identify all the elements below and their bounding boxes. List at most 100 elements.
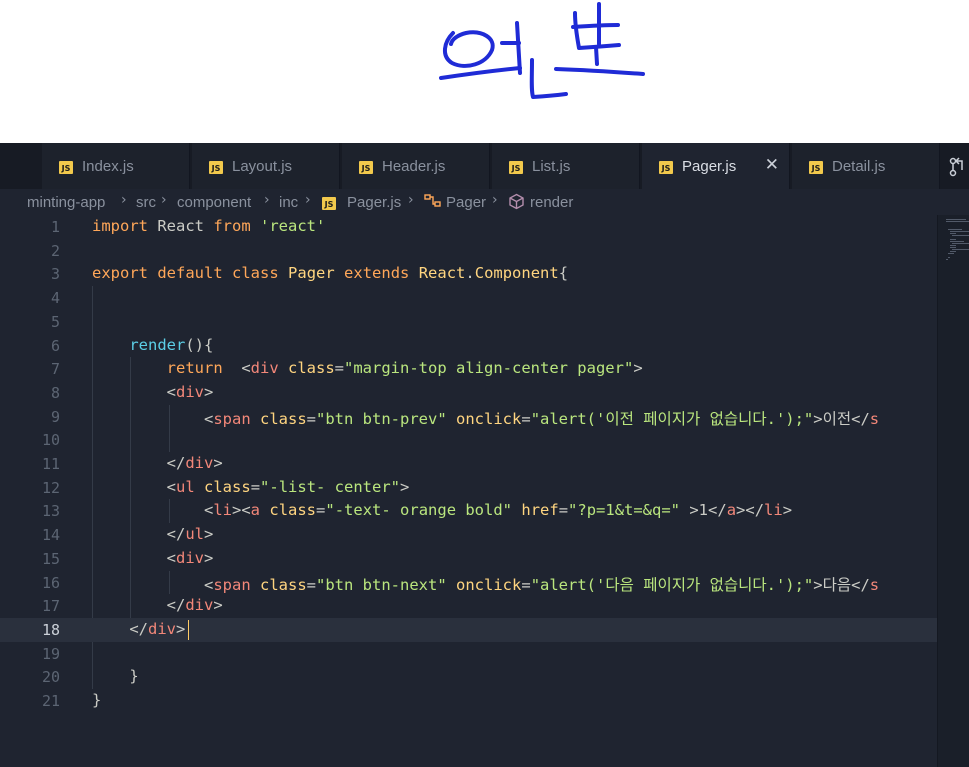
code-token: React (148, 217, 214, 235)
breadcrumb-src[interactable]: src (136, 194, 156, 211)
code-line[interactable]: 13 <li><a class="-text- orange bold" hre… (0, 499, 938, 523)
code-token: </ (92, 525, 186, 544)
code-line[interactable]: 21} (0, 689, 938, 713)
code-line[interactable]: 14 </ul> (0, 523, 938, 547)
tab-label: List.js (532, 158, 571, 175)
code-line[interactable]: 7 return <div class="margin-top align-ce… (0, 357, 938, 381)
code-token: > (213, 454, 223, 472)
code-token: "-list- center" (260, 477, 401, 496)
code-token: = (316, 501, 326, 520)
code-line[interactable]: 12 <ul class="-list- center"> (0, 476, 938, 500)
code-token: < (92, 382, 176, 401)
tab-detail-js[interactable]: JS Detail.js (792, 143, 940, 189)
code-text: </div> (92, 620, 185, 638)
code-line[interactable]: 17 </div> (0, 594, 938, 618)
code-line[interactable]: 19 (0, 642, 938, 666)
breadcrumb-separator: › (161, 192, 167, 208)
minimap-line (950, 233, 956, 234)
code-token: < (92, 548, 176, 567)
code-text: </div> (92, 596, 223, 614)
tab-header-js[interactable]: JS Header.js (342, 143, 490, 189)
code-line[interactable]: 9 <span class="btn btn-prev" onclick="al… (0, 405, 938, 429)
breadcrumb-pager-js[interactable]: Pager.js (347, 194, 401, 211)
code-line[interactable]: 2 (0, 239, 938, 263)
code-token: "margin-top align-center pager" (344, 359, 634, 378)
code-text: render(){ (92, 336, 213, 354)
breadcrumb-separator: › (264, 192, 270, 208)
minimap[interactable] (938, 215, 969, 767)
code-token: } (92, 691, 102, 709)
handwritten-annotation (0, 0, 969, 143)
code-line[interactable]: 18 </div> (0, 617, 938, 642)
code-line[interactable]: 1 import React from 'react' (0, 215, 938, 239)
js-file-icon: JS (509, 161, 523, 174)
code-line[interactable]: 16 <span class="btn btn-next" onclick="a… (0, 571, 938, 595)
minimap-line (950, 241, 964, 242)
js-file-icon: JS (659, 161, 673, 174)
code-token: "?p=1&t=&q=" (568, 501, 681, 520)
breadcrumb-separator: › (121, 192, 127, 208)
line-number: 4 (50, 289, 60, 308)
breadcrumb-minting-app[interactable]: minting-app (27, 194, 105, 211)
code-token: extends (344, 264, 410, 283)
code-text: } (92, 691, 101, 709)
breadcrumb-render[interactable]: render (530, 194, 573, 211)
tab-label: Pager.js (682, 158, 737, 175)
code-text: return <div class="margin-top align-cent… (92, 359, 643, 377)
tab-label: Layout.js (232, 158, 293, 175)
code-line[interactable]: 5 (0, 310, 938, 334)
code-token: > (204, 525, 214, 544)
close-icon[interactable]: ✕ (765, 155, 779, 175)
code-token: < (92, 501, 214, 520)
minimap-line (946, 219, 966, 220)
code-token: < (92, 575, 214, 594)
code-line[interactable]: 3 export default class Pager extends Reac… (0, 262, 938, 286)
line-number: 15 (41, 549, 60, 568)
class-symbol-icon (424, 193, 442, 213)
code-line[interactable]: 15 <div> (0, 547, 938, 571)
code-token: div (176, 548, 204, 567)
tab-label: Detail.js (832, 158, 886, 175)
source-control-compare-icon[interactable] (947, 156, 969, 178)
code-line[interactable]: 8 <div> (0, 381, 938, 405)
code-token: Pager (288, 264, 335, 283)
code-token: class (269, 501, 317, 520)
handwriting-original-label (439, 2, 645, 99)
code-text: import React from 'react' (92, 217, 325, 235)
code-token: </ (92, 596, 186, 615)
code-line[interactable]: 11 </div> (0, 452, 938, 476)
code-line[interactable]: 6 render(){ (0, 334, 938, 358)
breadcrumb-component[interactable]: component (177, 194, 251, 211)
line-number: 17 (41, 597, 60, 616)
tab-layout-js[interactable]: JS Layout.js (192, 143, 340, 189)
code-text: <ul class="-list- center"> (92, 477, 410, 496)
breadcrumb-inc[interactable]: inc (279, 194, 298, 211)
breadcrumb-pager-class[interactable]: Pager (446, 194, 486, 211)
code-token: > (204, 382, 214, 401)
minimap-line (952, 249, 969, 250)
code-token: > (204, 548, 214, 567)
code-area[interactable]: 1 import React from 'react' 2 3 export defau… (0, 215, 938, 767)
code-line[interactable]: 4 (0, 286, 938, 310)
code-token: React (418, 264, 466, 283)
code-token: class (260, 409, 307, 428)
minimap-line (950, 239, 956, 240)
line-number: 16 (41, 573, 60, 592)
minimap-line (952, 243, 969, 244)
code-token: import (92, 217, 148, 235)
tab-list-js[interactable]: JS List.js (492, 143, 640, 189)
minimap-line (946, 259, 948, 260)
code-line[interactable]: 10 (0, 428, 938, 452)
tab-pager-js[interactable]: JS Pager.js ✕ (642, 143, 790, 189)
minimap-line (952, 235, 969, 236)
code-token: div (185, 454, 214, 472)
tab-index-js[interactable]: JS Index.js (42, 143, 190, 189)
code-token: class (204, 477, 251, 496)
code-line[interactable]: 20 } (0, 665, 938, 689)
code-token: div (176, 382, 204, 401)
